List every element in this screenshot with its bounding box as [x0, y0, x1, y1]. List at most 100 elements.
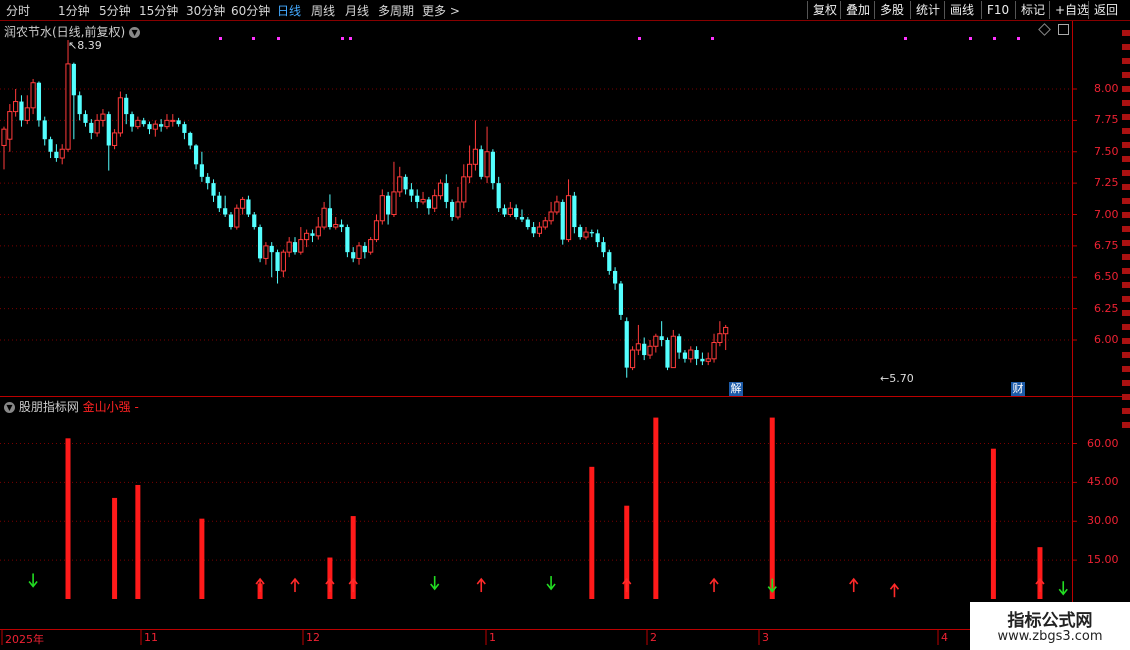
candle [333, 217, 339, 230]
candle [368, 237, 374, 255]
candle [642, 337, 647, 361]
arrow-down-icon [546, 576, 556, 591]
candle-body [613, 270, 618, 284]
event-marker [638, 37, 641, 40]
candle-body [124, 97, 129, 115]
candle [432, 189, 438, 212]
candle-body [54, 151, 59, 159]
candle-body [257, 227, 263, 259]
candle [199, 151, 204, 182]
arrow-up-icon [1035, 577, 1045, 593]
candle-body [409, 189, 414, 196]
arrow-up-icon [622, 577, 632, 593]
candle [263, 242, 269, 265]
candle-body [246, 199, 251, 215]
candle-body [601, 242, 606, 253]
arrow-up-icon [348, 577, 358, 593]
candle [560, 199, 565, 245]
low-price-value: 5.70 [889, 372, 914, 385]
date-tick-label: 1 [489, 631, 496, 644]
candle-body [629, 349, 636, 369]
candle [94, 114, 100, 137]
candle-body [100, 113, 106, 121]
candle-body [310, 233, 315, 236]
candle-body [572, 195, 577, 228]
candle [589, 229, 594, 238]
candle-body [642, 343, 647, 356]
arrow-down-icon [28, 573, 38, 588]
panel-toggle-icon[interactable] [1058, 24, 1069, 35]
candle-body [159, 124, 164, 127]
candle [135, 116, 141, 130]
candle-body [228, 214, 234, 228]
candle-body [252, 214, 257, 228]
candle-body [542, 220, 548, 228]
candle-body [176, 120, 181, 125]
main-panel-title: 润农节水(日线,前复权) ▼ [4, 23, 141, 40]
candle-body [327, 208, 333, 228]
candle-body [77, 95, 82, 115]
candle-body [164, 119, 170, 128]
candle-body [193, 145, 199, 165]
kline-chart[interactable] [0, 0, 1130, 650]
stock-title: 润农节水(日线,前复权) [4, 25, 126, 39]
candle-body [705, 358, 711, 362]
candle-body [345, 227, 350, 253]
candle [507, 201, 513, 218]
candle-body [432, 195, 438, 209]
candle-body [688, 349, 694, 360]
indicator-suffix: - [134, 400, 139, 414]
candle-body [444, 183, 449, 202]
grid-layer [0, 21, 1130, 650]
price-tick-label: 7.00 [1094, 207, 1119, 221]
date-tick-label: 2025年 [5, 633, 44, 646]
candle [653, 333, 659, 353]
candle [275, 249, 280, 284]
candle [373, 214, 380, 243]
candle [502, 204, 507, 218]
candle [496, 176, 501, 212]
candle [351, 247, 356, 263]
scroll-strip[interactable] [1122, 30, 1130, 430]
event-marker [904, 37, 907, 40]
financial-badge[interactable]: 财 [1011, 382, 1025, 396]
candle [147, 121, 152, 135]
chevron-down-icon[interactable]: ▼ [129, 27, 141, 38]
candle-body [182, 124, 187, 133]
candle-body [89, 122, 94, 133]
watermark-url: www.zbgs3.com [997, 629, 1103, 644]
candle [403, 174, 408, 195]
chevron-down-icon[interactable]: ▼ [4, 402, 15, 413]
candle [129, 111, 135, 132]
candle-body [437, 182, 444, 197]
candle-body [292, 242, 298, 253]
candle-body [339, 224, 344, 228]
candle [345, 224, 350, 258]
candle-body [397, 176, 403, 193]
candle [595, 229, 600, 248]
date-tick-label: 3 [762, 631, 769, 644]
candle [176, 117, 181, 127]
candle-body [548, 211, 554, 222]
watermark-title: 指标公式网 [1007, 611, 1093, 631]
event-marker [993, 37, 996, 40]
candle [327, 194, 333, 230]
candle-body [373, 220, 380, 241]
candle-body [420, 198, 426, 203]
candle-body [147, 124, 152, 130]
candle-body [554, 201, 560, 213]
candle [182, 121, 187, 140]
candle-body [717, 333, 723, 344]
candle-body [13, 101, 19, 113]
event-marker [349, 37, 352, 40]
low-price-label: ←5.70 [880, 372, 914, 385]
candle-body [48, 139, 53, 152]
candle-body [199, 164, 204, 177]
unlock-badge[interactable]: 解 [729, 382, 743, 396]
candle-body [240, 198, 246, 209]
candle [536, 222, 543, 238]
candle [356, 242, 362, 265]
candle-body [665, 340, 670, 368]
candle-body [269, 245, 274, 253]
candle-body [263, 245, 269, 259]
